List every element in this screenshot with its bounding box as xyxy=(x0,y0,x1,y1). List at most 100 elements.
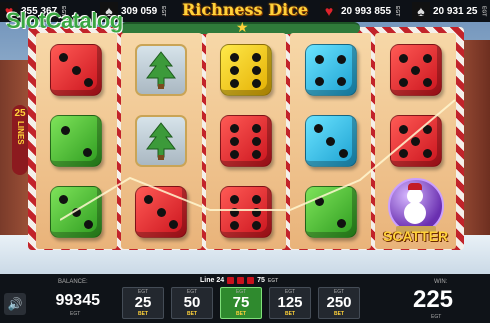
pip xyxy=(423,124,433,134)
pip xyxy=(252,220,262,230)
jackpot-spades-2: ♠ 20 931 25 EGT xyxy=(412,2,487,20)
pip xyxy=(230,65,240,75)
pip xyxy=(423,148,433,158)
pip xyxy=(411,65,421,75)
red-die-5-icon xyxy=(389,115,442,167)
pip xyxy=(423,53,433,63)
pip xyxy=(252,123,262,133)
win-value: 225 xyxy=(412,286,454,313)
christmas-tree-icon xyxy=(135,44,188,96)
pip xyxy=(169,220,179,229)
reel-cell xyxy=(377,107,454,175)
pip xyxy=(230,194,240,204)
bet-button-250[interactable]: EGT 250 BET xyxy=(318,287,360,319)
pip xyxy=(59,53,69,62)
pip xyxy=(84,220,94,229)
reel-2 xyxy=(120,33,202,249)
balance-currency: EGT xyxy=(70,311,81,317)
reel-4 xyxy=(290,33,372,249)
bet-button-50[interactable]: EGT 50 BET xyxy=(171,287,213,319)
green-die-2-icon xyxy=(50,115,103,167)
bet-selector: EGT 25 BET EGT 50 BET EGT 75 BET EGT 125… xyxy=(122,287,360,319)
pip xyxy=(337,218,347,228)
reel-cell xyxy=(123,36,200,104)
pip xyxy=(230,207,240,217)
pip xyxy=(252,78,262,88)
yellow-die-6-icon xyxy=(219,44,272,96)
dice-icon xyxy=(247,277,255,284)
pip xyxy=(315,196,325,206)
pip xyxy=(230,149,240,159)
game-title: Richness Dice xyxy=(181,0,309,19)
christmas-tree-icon xyxy=(135,115,188,167)
red-die-6-icon xyxy=(219,186,272,238)
balance-label: BALANCE: xyxy=(58,279,88,285)
reel-5: SCATTER xyxy=(375,33,456,249)
pip xyxy=(156,207,166,217)
pip xyxy=(252,52,262,62)
hearts-icon: ♥ xyxy=(320,2,338,20)
bet-button-25[interactable]: EGT 25 BET xyxy=(122,287,164,319)
reel-3 xyxy=(205,33,287,249)
pip xyxy=(230,123,240,133)
pip xyxy=(252,149,262,159)
reel-cell xyxy=(377,36,454,104)
red-die-3-icon xyxy=(50,44,103,96)
pip xyxy=(399,77,409,87)
pip xyxy=(59,195,69,204)
red-die-6-icon xyxy=(219,115,272,167)
pip xyxy=(144,195,154,204)
reel-cell xyxy=(208,107,285,175)
pip xyxy=(230,78,240,88)
reel-cell xyxy=(123,107,200,175)
scatter-symbol: SCATTER xyxy=(380,178,452,246)
pip xyxy=(230,136,240,146)
pip xyxy=(315,54,325,64)
pip xyxy=(230,220,240,230)
reel-cell xyxy=(123,178,200,246)
snowman-icon xyxy=(403,202,426,224)
reel-cell xyxy=(292,107,369,175)
reel-cell xyxy=(208,178,285,246)
reel-cell xyxy=(38,36,115,104)
slot-game: ♥ 355 367 EGT ♠ 309 059 EGT ♥ 20 993 855… xyxy=(0,0,490,323)
bet-button-125[interactable]: EGT 125 BET xyxy=(269,287,311,319)
pip xyxy=(315,76,325,86)
reel-cell xyxy=(292,178,369,246)
bet-button-75[interactable]: EGT 75 BET xyxy=(220,287,262,319)
pip xyxy=(313,124,323,133)
reel-cell xyxy=(208,36,285,104)
pip xyxy=(399,124,409,134)
dice-icon xyxy=(227,277,235,284)
brand-watermark: SlotCatalog xyxy=(6,8,123,33)
win-label: WIN: xyxy=(434,279,448,285)
reel-cell xyxy=(292,36,369,104)
pip xyxy=(60,125,70,135)
reel-cell xyxy=(38,178,115,246)
blue-die-3-icon xyxy=(304,115,357,167)
pip xyxy=(337,54,347,64)
reel-cell xyxy=(38,107,115,175)
reel-cell: SCATTER xyxy=(377,178,454,246)
sound-icon[interactable]: 🔊 xyxy=(4,293,26,315)
pip xyxy=(399,148,409,158)
pip xyxy=(252,207,262,217)
dice-icon xyxy=(237,277,245,284)
reels: SCATTER xyxy=(36,33,456,249)
pip xyxy=(337,76,347,86)
balance-value: 99345 xyxy=(55,292,101,309)
win-currency: EGT xyxy=(431,314,442,320)
pip xyxy=(252,65,262,75)
pip xyxy=(411,136,421,146)
pip xyxy=(326,136,336,146)
pip xyxy=(338,149,348,158)
red-die-5-icon xyxy=(389,44,442,96)
reel-1 xyxy=(36,33,117,249)
bottom-bar: 🔊 BALANCE: 99345 EGT Line 24 75 EGT EGT … xyxy=(0,274,490,323)
pip xyxy=(252,194,262,204)
red-die-3-icon xyxy=(135,186,188,238)
pip xyxy=(71,207,81,217)
green-die-3-icon xyxy=(50,186,103,238)
blue-die-4-icon xyxy=(304,44,357,96)
jackpot-hearts-2: ♥ 20 993 855 EGT xyxy=(320,2,400,20)
